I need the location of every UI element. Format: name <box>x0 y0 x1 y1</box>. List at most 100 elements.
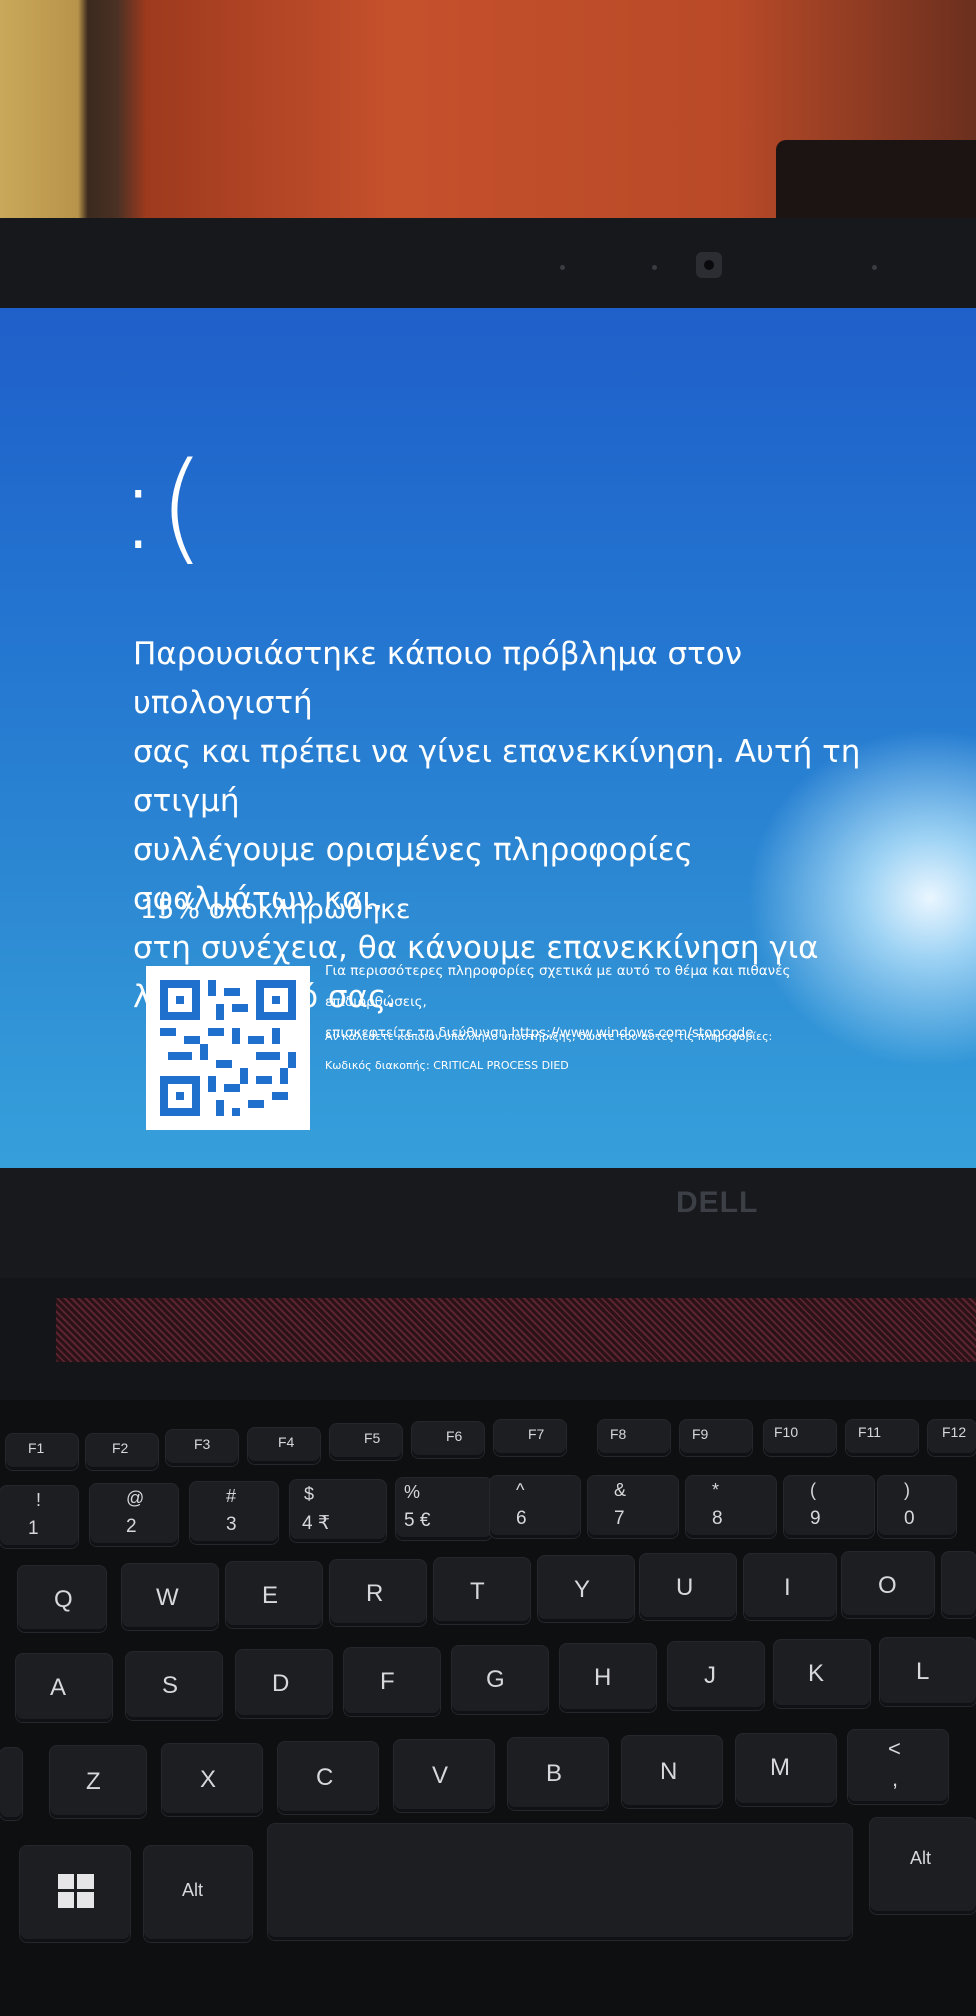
key-q[interactable]: Q <box>18 1566 106 1632</box>
key-n[interactable]: N <box>622 1736 722 1808</box>
key-comma[interactable]: <, <box>848 1730 948 1804</box>
more-info-line: Για περισσότερες πληροφορίες σχετικά με … <box>325 963 791 1010</box>
key-e[interactable]: E <box>226 1562 322 1628</box>
key-label: F7 <box>528 1426 545 1442</box>
key-shift-label: & <box>614 1480 627 1500</box>
key-7[interactable]: & 7 <box>588 1476 678 1538</box>
key-shift-label: @ <box>126 1488 145 1508</box>
progress-text: 15% ολοκληρώθηκε <box>140 894 411 925</box>
key-label: W <box>156 1584 179 1611</box>
key-f12[interactable]: F12 <box>928 1420 976 1456</box>
key-label: X <box>200 1766 217 1793</box>
key-label: 5 € <box>404 1510 431 1531</box>
key-l[interactable]: L <box>880 1638 976 1706</box>
key-d[interactable]: D <box>236 1650 332 1718</box>
sensor-dot <box>872 265 877 270</box>
bsod-screen: :( Παρουσιάστηκε κάποιο πρόβλημα στον υπ… <box>0 308 976 1168</box>
key-space[interactable] <box>268 1824 852 1940</box>
key-label: H <box>594 1664 612 1691</box>
key-label: G <box>486 1666 505 1693</box>
key-label: 0 <box>904 1508 915 1529</box>
key-label: 1 <box>28 1518 39 1539</box>
key-windows[interactable] <box>20 1846 130 1942</box>
key-k[interactable]: K <box>774 1640 870 1708</box>
key-f2[interactable]: F2 <box>86 1434 158 1470</box>
key-f8[interactable]: F8 <box>598 1420 670 1456</box>
key-label: E <box>262 1582 279 1609</box>
key-label: Y <box>574 1576 591 1603</box>
key-y[interactable]: Y <box>538 1556 634 1622</box>
key-alt-left[interactable]: Alt <box>144 1846 252 1942</box>
key-label: Alt <box>910 1848 932 1868</box>
key-shift-label: * <box>712 1480 720 1500</box>
key-label: T <box>470 1578 485 1605</box>
screen-bezel <box>0 1168 976 1278</box>
key-6[interactable]: ^ 6 <box>490 1476 580 1538</box>
key-shift-left[interactable] <box>0 1748 22 1820</box>
webcam-icon <box>696 252 722 278</box>
key-v[interactable]: V <box>394 1740 494 1812</box>
key-label: F2 <box>112 1440 129 1456</box>
key-4[interactable]: $4 ₹ <box>290 1480 386 1542</box>
key-label: R <box>366 1580 384 1607</box>
key-label: F5 <box>364 1430 381 1446</box>
windows-logo-icon <box>58 1874 94 1913</box>
key-h[interactable]: H <box>560 1644 656 1712</box>
key-label: F6 <box>446 1428 463 1444</box>
key-1[interactable]: ! 1 <box>0 1486 78 1548</box>
key-x[interactable]: X <box>162 1744 262 1816</box>
key-label: F3 <box>194 1436 211 1452</box>
key-label: 9 <box>810 1508 821 1529</box>
key-f10[interactable]: F10 <box>764 1420 836 1456</box>
key-8[interactable]: * 8 <box>686 1476 776 1538</box>
stop-code: Κωδικός διακοπής: CRITICAL PROCESS DIED <box>325 1059 569 1072</box>
key-j[interactable]: J <box>668 1642 764 1710</box>
key-f7[interactable]: F7 <box>494 1420 566 1456</box>
key-u[interactable]: U <box>640 1554 736 1620</box>
key-f9[interactable]: F9 <box>680 1420 752 1456</box>
key-a[interactable]: A <box>16 1654 112 1722</box>
key-0[interactable]: ) 0 <box>878 1476 956 1538</box>
key-label: A <box>50 1674 67 1701</box>
key-w[interactable]: W <box>122 1564 218 1630</box>
key-label: F4 <box>278 1434 295 1450</box>
key-f1[interactable]: F1 <box>6 1434 78 1470</box>
key-5[interactable]: % 5 € <box>396 1478 492 1540</box>
key-label: 8 <box>712 1508 723 1529</box>
qr-code <box>146 966 310 1130</box>
key-z[interactable]: Z <box>50 1746 146 1818</box>
key-label: U <box>676 1574 694 1601</box>
key-f11[interactable]: F11 <box>846 1420 918 1456</box>
key-f5[interactable]: F5 <box>330 1424 402 1460</box>
key-label: F11 <box>858 1424 882 1440</box>
key-shift-label: % <box>404 1482 421 1502</box>
key-s[interactable]: S <box>126 1652 222 1720</box>
key-g[interactable]: G <box>452 1646 548 1714</box>
key-9[interactable]: (9 <box>784 1476 874 1538</box>
sad-face: :( <box>118 438 206 577</box>
key-f6[interactable]: F6 <box>412 1422 484 1458</box>
key-2[interactable]: @2 <box>90 1484 178 1546</box>
key-f3[interactable]: F3 <box>166 1430 238 1466</box>
key-alt-right[interactable]: Alt <box>870 1818 976 1914</box>
key-label: F <box>380 1668 395 1695</box>
key-b[interactable]: B <box>508 1738 608 1810</box>
key-p[interactable] <box>942 1552 976 1618</box>
key-t[interactable]: T <box>434 1558 530 1624</box>
key-f4[interactable]: F4 <box>248 1428 320 1464</box>
key-f[interactable]: F <box>344 1648 440 1716</box>
key-label: N <box>660 1758 678 1785</box>
key-shift-label: # <box>226 1486 237 1506</box>
key-3[interactable]: #3 <box>190 1482 278 1544</box>
key-label: O <box>878 1572 897 1599</box>
key-shift-label: ( <box>810 1480 816 1500</box>
key-o[interactable]: O <box>842 1552 934 1618</box>
key-i[interactable]: I <box>744 1554 836 1620</box>
key-label: J <box>704 1662 716 1689</box>
sensor-dot <box>560 265 565 270</box>
key-label: Q <box>54 1586 73 1613</box>
key-label: F9 <box>692 1426 709 1442</box>
key-r[interactable]: R <box>330 1560 426 1626</box>
key-m[interactable]: M <box>736 1734 836 1806</box>
key-c[interactable]: C <box>278 1742 378 1814</box>
